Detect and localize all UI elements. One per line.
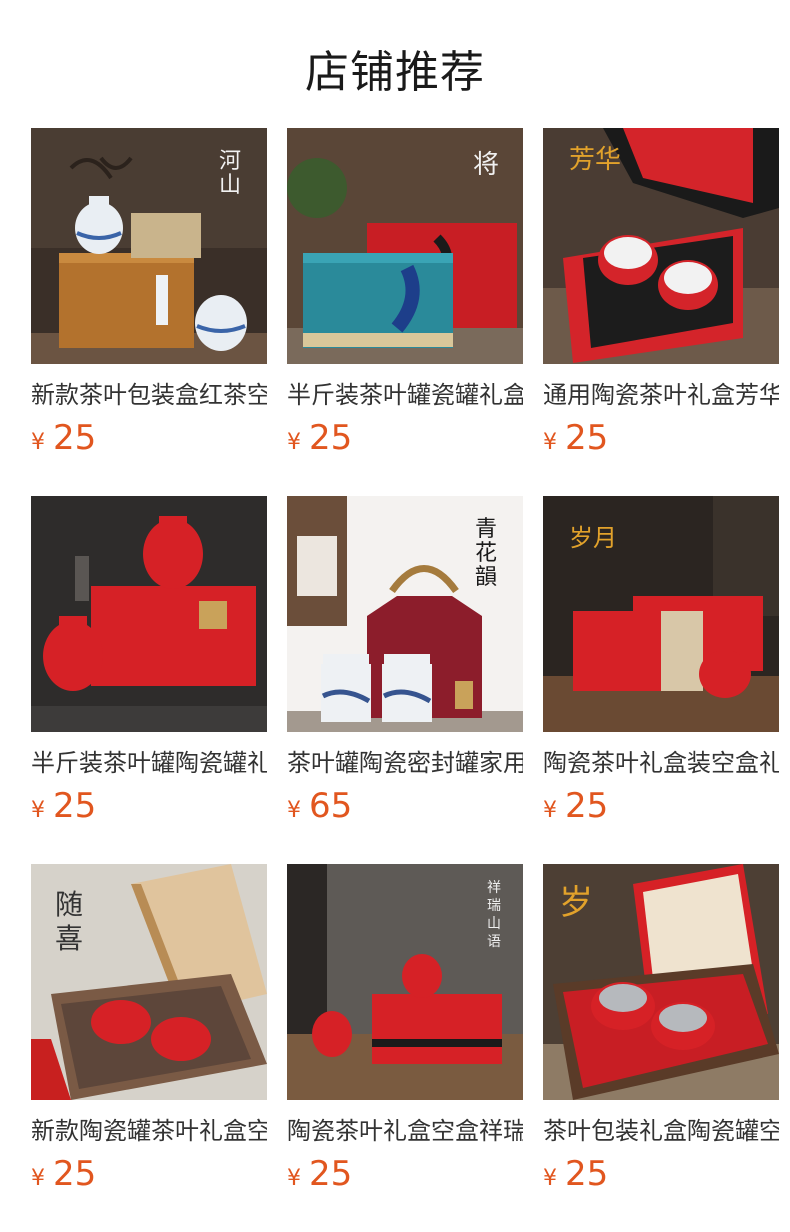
product-image[interactable]: 岁月 <box>543 496 779 732</box>
svg-text:山: 山 <box>487 916 501 932</box>
currency-symbol: ¥ <box>287 430 301 455</box>
product-card[interactable]: 青 花 韻 茶叶罐陶瓷密封罐家用 ¥65 <box>287 496 523 826</box>
product-name[interactable]: 新款陶瓷罐茶叶礼盒空盒 <box>31 1114 267 1148</box>
product-card[interactable]: 随 喜 新款陶瓷罐茶叶礼盒空盒 ¥25 <box>31 864 267 1194</box>
product-name[interactable]: 通用陶瓷茶叶礼盒芳华 <box>543 378 779 412</box>
currency-symbol: ¥ <box>31 430 45 455</box>
svg-text:岁: 岁 <box>559 883 593 923</box>
product-name[interactable]: 半斤装茶叶罐瓷罐礼盒 <box>287 378 523 412</box>
svg-text:韻: 韻 <box>475 565 497 590</box>
svg-text:芳华: 芳华 <box>569 145 621 175</box>
product-name[interactable]: 新款茶叶包装盒红茶空盒 <box>31 378 267 412</box>
price-value: 25 <box>53 1154 97 1194</box>
price-value: 25 <box>53 786 97 826</box>
product-name[interactable]: 半斤装茶叶罐陶瓷罐礼盒 <box>31 746 267 780</box>
product-image[interactable]: 岁 <box>543 864 779 1100</box>
product-name[interactable]: 陶瓷茶叶礼盒空盒祥瑞山语 <box>287 1114 523 1148</box>
product-price: ¥25 <box>31 418 267 458</box>
product-price: ¥25 <box>543 418 779 458</box>
product-card[interactable]: 河 山 新款茶叶包装盒红茶空盒 ¥25 <box>31 128 267 458</box>
svg-text:河: 河 <box>219 149 241 174</box>
currency-symbol: ¥ <box>31 1166 45 1191</box>
price-value: 25 <box>309 1154 353 1194</box>
product-image[interactable]: 祥 瑞 山 语 <box>287 864 523 1100</box>
svg-text:随: 随 <box>55 888 83 921</box>
product-name[interactable]: 茶叶罐陶瓷密封罐家用 <box>287 746 523 780</box>
currency-symbol: ¥ <box>287 798 301 823</box>
section-title: 店铺推荐 <box>305 47 485 98</box>
product-price: ¥25 <box>543 786 779 826</box>
product-card[interactable]: 岁 茶叶包装礼盒陶瓷罐空盒 ¥25 <box>543 864 779 1194</box>
price-value: 65 <box>309 786 353 826</box>
svg-text:语: 语 <box>487 934 501 950</box>
currency-symbol: ¥ <box>543 430 557 455</box>
svg-text:将: 将 <box>473 150 499 180</box>
price-value: 25 <box>53 418 97 458</box>
currency-symbol: ¥ <box>543 798 557 823</box>
svg-text:瑞: 瑞 <box>487 898 501 914</box>
svg-text:青: 青 <box>475 517 497 542</box>
currency-symbol: ¥ <box>543 1166 557 1191</box>
price-value: 25 <box>309 418 353 458</box>
product-image[interactable]: 将 <box>287 128 523 364</box>
product-name[interactable]: 陶瓷茶叶礼盒装空盒礼品 <box>543 746 779 780</box>
product-image[interactable]: 随 喜 <box>31 864 267 1100</box>
product-card[interactable]: 祥 瑞 山 语 陶瓷茶叶礼盒空盒祥瑞山语 ¥25 <box>287 864 523 1194</box>
product-card[interactable]: 半斤装茶叶罐陶瓷罐礼盒 ¥25 <box>31 496 267 826</box>
product-image[interactable] <box>31 496 267 732</box>
svg-text:花: 花 <box>475 541 497 566</box>
svg-text:岁月: 岁月 <box>569 524 617 552</box>
product-price: ¥25 <box>287 418 523 458</box>
product-price: ¥25 <box>31 786 267 826</box>
product-card[interactable]: 岁月 陶瓷茶叶礼盒装空盒礼品 ¥25 <box>543 496 779 826</box>
product-name[interactable]: 茶叶包装礼盒陶瓷罐空盒 <box>543 1114 779 1148</box>
product-price: ¥65 <box>287 786 523 826</box>
currency-symbol: ¥ <box>287 1166 301 1191</box>
svg-text:喜: 喜 <box>55 922 83 955</box>
product-image[interactable]: 芳华 <box>543 128 779 364</box>
svg-text:山: 山 <box>219 173 241 198</box>
price-value: 25 <box>565 786 609 826</box>
currency-symbol: ¥ <box>31 798 45 823</box>
product-price: ¥25 <box>543 1154 779 1194</box>
price-value: 25 <box>565 418 609 458</box>
product-card[interactable]: 芳华 通用陶瓷茶叶礼盒芳华 ¥25 <box>543 128 779 458</box>
product-price: ¥25 <box>31 1154 267 1194</box>
product-card[interactable]: 将 半斤装茶叶罐瓷罐礼盒 ¥25 <box>287 128 523 458</box>
svg-text:祥: 祥 <box>487 880 501 896</box>
product-image[interactable]: 河 山 <box>31 128 267 364</box>
price-value: 25 <box>565 1154 609 1194</box>
product-price: ¥25 <box>287 1154 523 1194</box>
product-image[interactable]: 青 花 韻 <box>287 496 523 732</box>
